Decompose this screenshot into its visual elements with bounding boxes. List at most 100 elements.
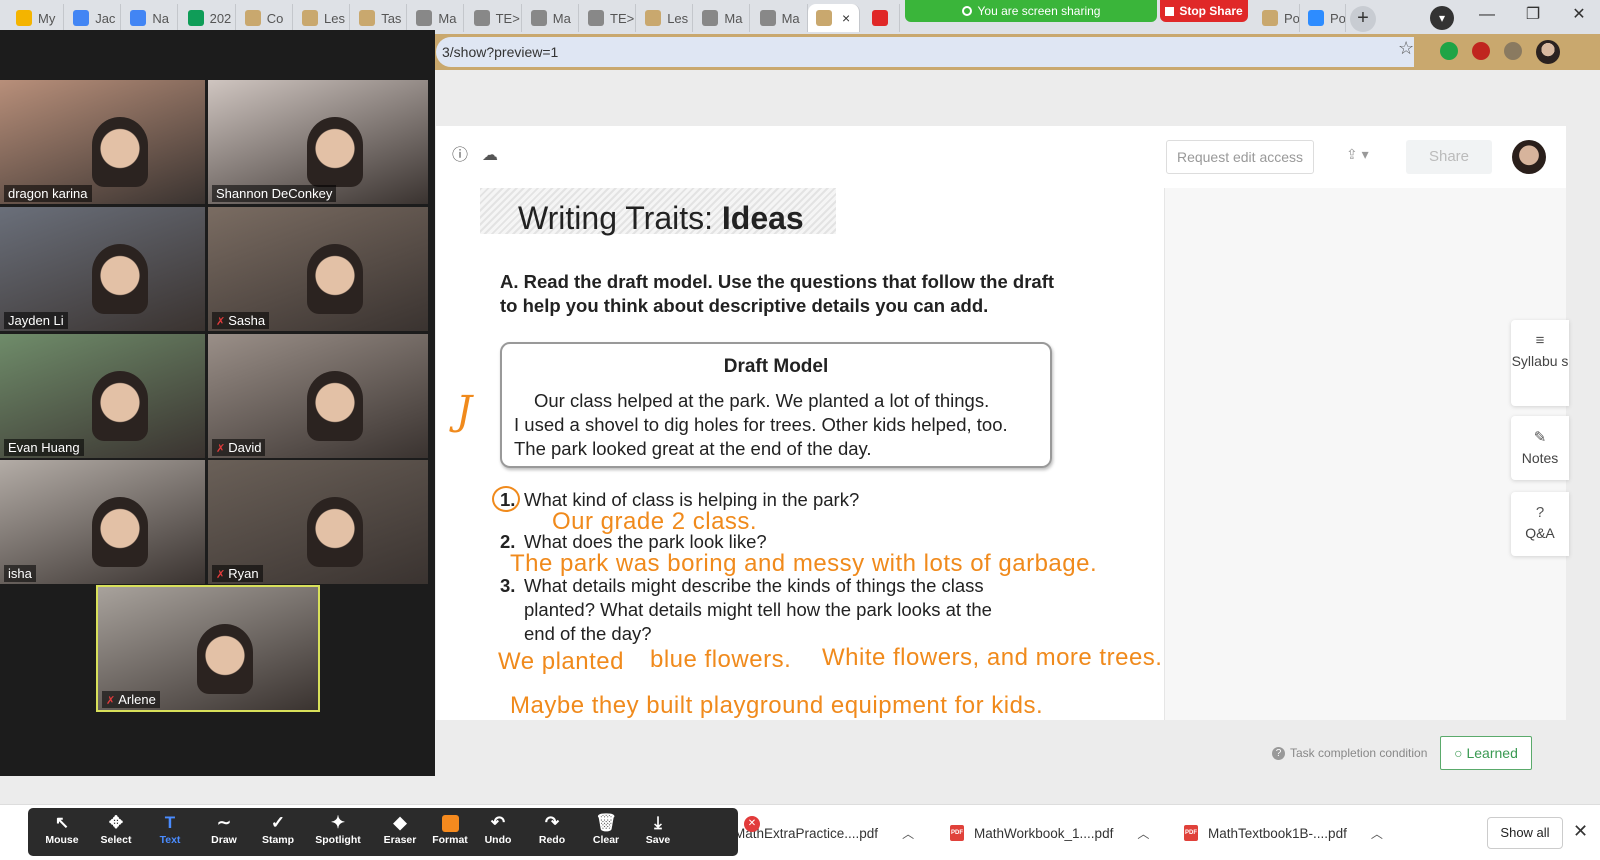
tab-favicon-icon [702, 10, 719, 26]
learned-button[interactable]: ○ Learned [1440, 736, 1532, 770]
url-input[interactable]: 3/show?preview=1 [436, 37, 1414, 67]
lesson-favicon-icon [1262, 10, 1278, 26]
title-bold: Ideas [721, 200, 804, 236]
browser-tab[interactable]: Jac [65, 4, 122, 32]
qa-tab[interactable]: ? Q&A [1511, 492, 1569, 556]
sharing-indicator-icon [961, 6, 972, 16]
browser-tab[interactable]: Les [637, 4, 694, 32]
tab-favicon-icon [302, 10, 318, 26]
bookmark-star-icon[interactable]: ☆ [1398, 38, 1414, 59]
share-button[interactable]: Share [1406, 140, 1492, 174]
help-icon: ? [1272, 746, 1285, 760]
close-window-icon[interactable]: ✕ [1556, 0, 1600, 30]
close-annotation-icon[interactable]: ✕ [744, 816, 760, 832]
download-item[interactable]: PDF MathTextbook1B-....pdf ︿ [1184, 822, 1383, 844]
browser-tab[interactable]: Na [122, 4, 179, 32]
tab-title: Les [667, 10, 689, 26]
upload-icon[interactable]: ⇪ ▾ [1346, 146, 1386, 168]
participant-video-tile[interactable]: ✗ Arlene [96, 585, 320, 712]
new-tab-button[interactable]: + [1350, 6, 1376, 32]
user-avatar[interactable] [1512, 140, 1546, 174]
profile-avatar[interactable] [1536, 40, 1560, 64]
chevron-up-icon[interactable]: ︿ [902, 825, 914, 842]
browser-tab[interactable]: Tas [351, 4, 408, 32]
tab-title: Po: [1284, 10, 1300, 26]
annotation-tool-text[interactable]: T Text [142, 812, 198, 852]
participant-name: ✗ Ryan [212, 565, 263, 582]
restore-icon[interactable]: ❐ [1510, 0, 1556, 30]
participant-video-tile[interactable]: Evan Huang [0, 334, 205, 458]
worksheet-title: Writing Traits: Ideas [518, 200, 804, 237]
annotation-tool-save[interactable]: ⤓ Save [630, 812, 686, 852]
browser-tab[interactable]: Ma [523, 4, 579, 32]
tab-favicon-icon [588, 10, 604, 26]
tab-search-icon[interactable]: ▾ [1430, 6, 1454, 30]
browser-tab[interactable]: Co [237, 4, 293, 32]
show-all-button[interactable]: Show all [1487, 817, 1563, 849]
tab-title: Po: [1330, 10, 1346, 26]
chevron-up-icon[interactable]: ︿ [1371, 825, 1383, 842]
extensions-puzzle-icon[interactable] [1504, 42, 1522, 60]
browser-tab[interactable]: Les [294, 4, 350, 32]
annotation-tool-mouse[interactable]: ↖ Mouse [34, 812, 90, 852]
info-icon[interactable]: ⓘ [450, 146, 470, 166]
participant-video-tile[interactable]: Jayden Li [0, 207, 205, 331]
syllabus-tab[interactable]: ≡ Syllabu s [1511, 320, 1569, 406]
annotation-tool-select[interactable]: ✥ Select [88, 812, 144, 852]
participant-video-tile[interactable]: isha [0, 460, 205, 584]
muted-mic-icon: ✗ [216, 569, 226, 581]
annotation-tool-spotlight[interactable]: ✦ Spotlight [310, 812, 366, 852]
draft-line: I used a shovel to dig holes for trees. … [514, 414, 1008, 435]
annotation-tool-clear[interactable]: 🗑 Clear [578, 812, 634, 852]
participant-video-tile[interactable]: Shannon DeConkey [208, 80, 428, 204]
browser-tab[interactable]: Ma [408, 4, 465, 32]
ublock-icon[interactable] [1472, 42, 1490, 60]
chevron-up-icon[interactable]: ︿ [1137, 825, 1149, 842]
request-edit-access-button[interactable]: Request edit access [1166, 140, 1314, 174]
participant-name: ✗ David [212, 439, 266, 456]
task-completion-condition[interactable]: ? Task completion condition [1272, 746, 1427, 760]
annotation-tool-draw[interactable]: ∼ Draw [196, 812, 252, 852]
participant-name-text: Evan Huang [8, 440, 80, 455]
browser-tab[interactable]: TE> [466, 4, 522, 32]
question-text: What details might describe the kinds of… [524, 575, 992, 644]
close-downloads-icon[interactable]: ✕ [1573, 821, 1588, 842]
tab-extra-2[interactable]: Po: [1300, 4, 1346, 32]
answer-annotation: Maybe they built playground equipment fo… [510, 692, 1044, 719]
handwritten-mark: J [456, 388, 473, 434]
participant-video-tile[interactable]: ✗ David [208, 334, 428, 458]
participant-video [307, 371, 363, 442]
participant-video-tile[interactable]: ✗ Ryan [208, 460, 428, 584]
participant-video-tile[interactable]: dragon karina [0, 80, 205, 204]
annotation-tool-undo[interactable]: ↶ Undo [470, 812, 526, 852]
extension-green-icon[interactable] [1440, 42, 1458, 60]
active-tab[interactable]: × [808, 4, 860, 32]
notes-tab[interactable]: ✎ Notes [1511, 416, 1569, 480]
annotation-tool-eraser[interactable]: ◆ Eraser [372, 812, 428, 852]
browser-tab[interactable]: TE> [580, 4, 636, 32]
tab-red[interactable] [864, 4, 900, 32]
browser-tab[interactable]: Ma [694, 4, 751, 32]
participant-name: Shannon DeConkey [212, 185, 337, 202]
annotation-tool-redo[interactable]: ↷ Redo [524, 812, 580, 852]
annotation-tool-stamp[interactable]: ✓ Stamp [250, 812, 306, 852]
worksheet-document: Writing Traits: Ideas A. Read the draft … [436, 188, 1164, 720]
download-item[interactable]: MathExtraPractice....pdf ︿ [734, 822, 914, 844]
participant-video-tile[interactable]: ✗ Sasha [208, 207, 428, 331]
draw-icon: ∼ [216, 813, 232, 832]
stop-share-button[interactable]: Stop Share [1160, 0, 1248, 22]
tool-label: Mouse [45, 834, 79, 846]
stamp-icon: ✓ [270, 813, 286, 832]
tool-label: Redo [538, 834, 566, 846]
cloud-icon[interactable]: ☁ [480, 146, 500, 166]
tab-extra-1[interactable]: Po: [1254, 4, 1300, 32]
tool-label: Select [100, 834, 132, 846]
red-app-favicon-icon [872, 10, 888, 26]
minimize-icon[interactable]: — [1464, 0, 1510, 30]
browser-tab[interactable]: Ma [752, 4, 808, 32]
browser-tab[interactable]: 202 [180, 4, 236, 32]
browser-tab[interactable]: My [8, 4, 64, 32]
close-tab-icon[interactable]: × [842, 10, 850, 26]
qa-label: Q&A [1525, 525, 1555, 541]
download-item[interactable]: PDF MathWorkbook_1....pdf ︿ [950, 822, 1149, 844]
